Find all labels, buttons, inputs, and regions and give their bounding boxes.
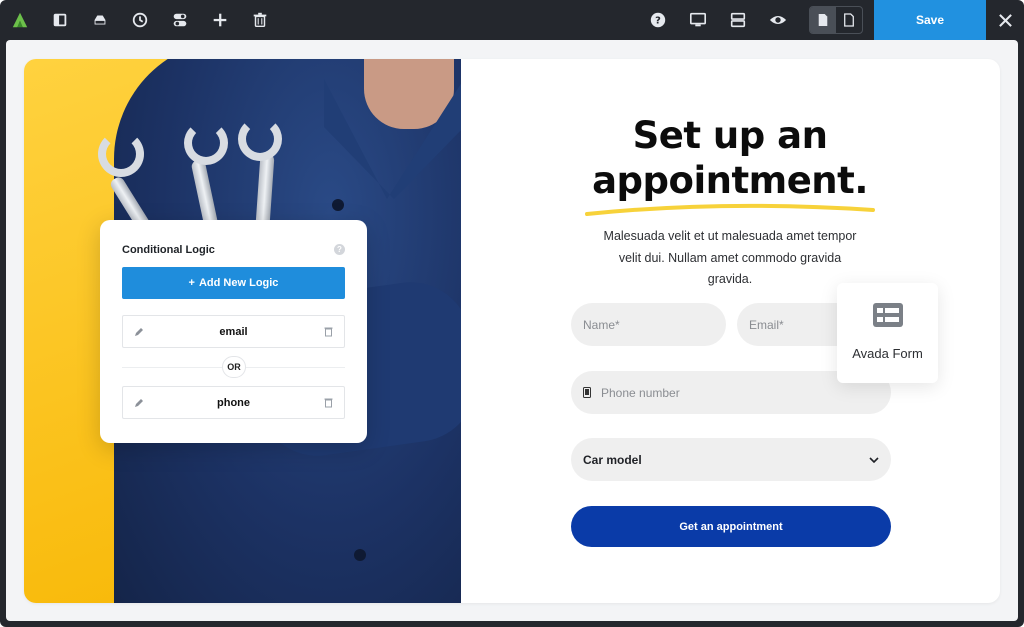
trash-icon[interactable]	[250, 10, 270, 30]
form-description: Malesuada velit et ut malesuada amet tem…	[603, 229, 857, 286]
desktop-preview-icon[interactable]	[688, 10, 708, 30]
add-icon[interactable]	[210, 10, 230, 30]
pencil-icon[interactable]	[134, 327, 144, 337]
help-icon[interactable]: ?	[334, 244, 345, 255]
page-view-toggle	[809, 6, 863, 34]
builder-toolbar: ? Save	[0, 0, 1024, 40]
sidebar-panel-icon[interactable]	[50, 10, 70, 30]
pencil-icon[interactable]	[134, 398, 144, 408]
plus-icon: +	[188, 277, 195, 289]
car-model-select[interactable]: Car model	[571, 438, 891, 481]
logic-rule-label: phone	[217, 396, 250, 409]
logic-rule-label: email	[219, 325, 248, 338]
heading-line-2: appointment.	[592, 159, 868, 202]
avada-form-label: Avada Form	[852, 346, 923, 361]
preview-eye-icon[interactable]	[768, 10, 788, 30]
get-appointment-button[interactable]: Get an appointment	[571, 506, 891, 547]
logic-panel-title: Conditional Logic	[122, 244, 215, 256]
add-new-logic-label: Add New Logic	[198, 277, 279, 289]
close-icon[interactable]	[986, 0, 1024, 40]
page-view-filled-icon[interactable]	[810, 7, 836, 33]
avada-logo-icon[interactable]	[10, 10, 30, 30]
page-view-outline-icon[interactable]	[836, 7, 862, 33]
name-field[interactable]: Name*	[571, 303, 726, 346]
help-icon[interactable]: ?	[648, 10, 668, 30]
avada-form-element[interactable]: Avada Form	[837, 283, 938, 383]
wrench-head-1	[98, 131, 144, 177]
form-element-icon	[873, 303, 903, 327]
wrench-head-2	[184, 121, 228, 165]
sections-icon[interactable]	[728, 10, 748, 30]
or-badge: OR	[222, 356, 246, 378]
svg-text:?: ?	[655, 16, 661, 27]
history-icon[interactable]	[130, 10, 150, 30]
form-heading: Set up an appointment.	[570, 113, 890, 203]
toggle-icon[interactable]	[170, 10, 190, 30]
mobile-phone-icon	[583, 387, 591, 398]
phone-placeholder: Phone number	[601, 385, 680, 400]
car-model-value: Car model	[583, 452, 642, 467]
logic-rule[interactable]: phone	[122, 386, 345, 419]
heading-line-1: Set up an	[632, 114, 828, 157]
heading-underline	[585, 203, 875, 216]
conditional-logic-panel: Conditional Logic ? + Add New Logic emai…	[100, 220, 367, 443]
trash-icon[interactable]	[323, 397, 334, 408]
wrench-head-3	[238, 117, 282, 161]
add-new-logic-button[interactable]: + Add New Logic	[122, 267, 345, 299]
save-button[interactable]: Save	[874, 0, 986, 40]
chevron-down-icon	[869, 456, 879, 463]
logic-rule[interactable]: email	[122, 315, 345, 348]
layers-icon[interactable]	[90, 10, 110, 30]
trash-icon[interactable]	[323, 326, 334, 337]
